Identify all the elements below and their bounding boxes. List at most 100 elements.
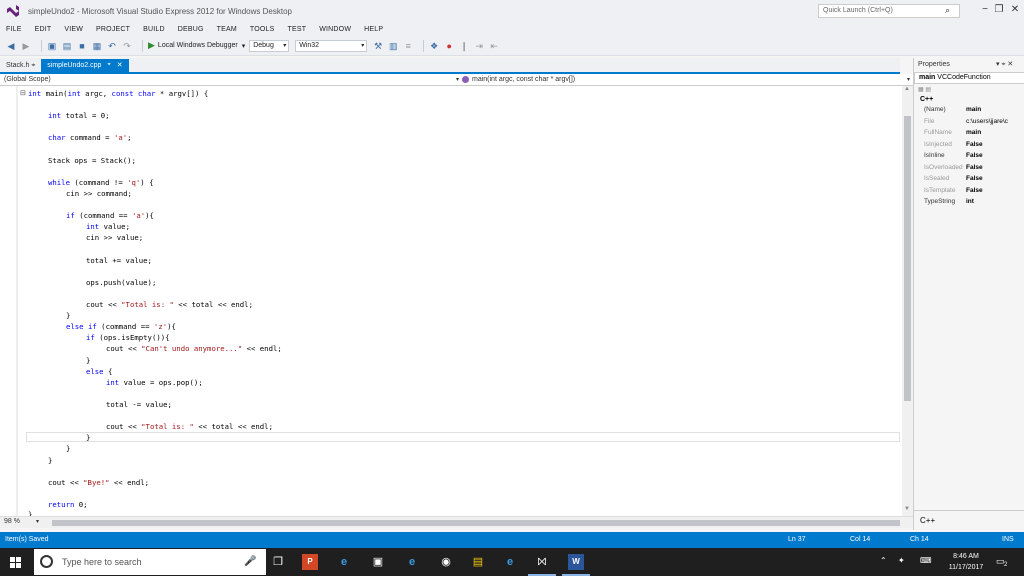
breakpoint-icon[interactable]: ● [444, 41, 454, 51]
restore-button[interactable]: ❐ [992, 3, 1006, 17]
scroll-down-icon[interactable]: ▼ [904, 506, 910, 512]
scroll-up-icon[interactable]: ▲ [904, 86, 910, 92]
code-line: total -= value; [106, 400, 172, 409]
save-icon[interactable]: ■ [77, 41, 87, 51]
code-editor[interactable]: ⊟ int main(int argc, const char * argv[]… [0, 86, 913, 519]
status-line: Ln 37 [788, 536, 806, 543]
menu-file[interactable]: FILE [6, 26, 22, 33]
menu-tools[interactable]: TOOLS [250, 26, 275, 33]
internet-explorer-icon[interactable]: e [502, 554, 518, 570]
chevron-down-icon[interactable]: ▾ [996, 61, 1000, 68]
network-icon[interactable]: ✦ [898, 556, 905, 565]
solution-explorer-icon[interactable]: ▥ [388, 41, 398, 51]
visual-studio-taskbar-icon[interactable]: ⨝ [534, 554, 550, 570]
internet-explorer-icon[interactable]: e [404, 554, 420, 570]
menu-view[interactable]: VIEW [64, 26, 83, 33]
property-row[interactable]: IsInjected False [924, 139, 1024, 150]
menu-debug[interactable]: DEBUG [178, 26, 204, 33]
format-icon[interactable]: ≡ [403, 41, 413, 51]
close-button[interactable]: ✕ [1008, 3, 1022, 17]
property-row[interactable]: File c:\users\jjare\c [924, 116, 1024, 127]
word-icon[interactable]: W [568, 554, 584, 570]
pin-icon[interactable]: ⌖ [1001, 61, 1005, 68]
file-explorer-icon[interactable]: ▤ [470, 554, 486, 570]
horizontal-scrollbar[interactable] [52, 520, 900, 526]
start-debugging-icon[interactable]: ▶ [148, 40, 155, 51]
step-icon[interactable]: ❙ [459, 41, 469, 51]
pin-icon[interactable]: ⌖ [31, 62, 35, 69]
back-icon[interactable]: ◀ [6, 41, 16, 51]
debugger-button[interactable]: Local Windows Debugger [158, 42, 238, 49]
property-row[interactable]: IsInline False [924, 150, 1024, 161]
property-row[interactable]: IsTemplate False [924, 185, 1024, 196]
menu-test[interactable]: TEST [288, 26, 307, 33]
pin-icon[interactable]: ⌖ [107, 59, 110, 72]
editor-gutter [16, 86, 18, 516]
redo-icon[interactable]: ↷ [122, 41, 132, 51]
close-tab-icon[interactable]: ✕ [117, 59, 123, 72]
menu-build[interactable]: BUILD [143, 26, 165, 33]
function-dropdown[interactable]: main(int argc, const char * argv[]) ▾ [462, 75, 910, 85]
chevron-down-icon[interactable]: ▾ [36, 518, 39, 525]
clock-date[interactable]: 11/17/2017 [944, 564, 988, 571]
close-icon[interactable]: ✕ [1007, 61, 1013, 68]
step-out-icon[interactable]: ⇤ [489, 41, 499, 51]
edge-icon[interactable]: e [336, 554, 352, 570]
taskbar-search-input[interactable]: Type here to search 🎤 [34, 549, 266, 575]
configuration-select[interactable]: Debug ▾ [249, 39, 290, 52]
search-placeholder: Type here to search [62, 557, 142, 567]
visual-studio-window: simpleUndo2 - Microsoft Visual Studio Ex… [0, 0, 1024, 576]
property-row[interactable]: TypeString int [924, 196, 1024, 207]
comment-icon[interactable]: ❖ [429, 41, 439, 51]
start-button[interactable] [10, 557, 21, 568]
property-name: FullName [924, 129, 952, 136]
clock-time[interactable]: 8:46 AM [944, 553, 988, 560]
search-icon[interactable]: ⌕ [945, 5, 950, 16]
menu-team[interactable]: TEAM [217, 26, 237, 33]
code-line: Stack ops = Stack(); [48, 156, 136, 165]
zoom-level[interactable]: 98 % [4, 518, 20, 525]
vertical-scroll-thumb[interactable] [904, 116, 911, 401]
debugger-dropdown-icon[interactable]: ▾ [242, 42, 246, 50]
keyboard-icon[interactable]: ⌨ [920, 556, 932, 565]
quick-launch-input[interactable]: Quick Launch (Ctrl+Q) [818, 4, 960, 18]
step-over-icon[interactable]: ⇥ [474, 41, 484, 51]
open-file-icon[interactable]: ▤ [62, 41, 72, 51]
property-row[interactable]: IsSealed False [924, 173, 1024, 184]
scope-dropdown[interactable]: (Global Scope) ▾ [4, 75, 459, 85]
save-all-icon[interactable]: ▦ [92, 41, 102, 51]
microphone-icon[interactable]: 🎤 [244, 556, 256, 567]
property-category[interactable]: C++ [920, 96, 933, 103]
show-hidden-icons-icon[interactable]: ⌃ [880, 556, 887, 565]
chevron-down-icon: ▾ [455, 77, 459, 83]
undo-icon[interactable]: ↶ [107, 41, 117, 51]
property-row[interactable]: IsOverloaded False [924, 162, 1024, 173]
tab-simpleundo2-cpp[interactable]: simpleUndo2.cpp ⌖ ✕ [41, 59, 129, 72]
new-project-icon[interactable]: ▣ [47, 41, 57, 51]
property-row[interactable]: FullName main [924, 127, 1024, 138]
scope-value: (Global Scope) [4, 76, 51, 83]
tab-stack-h[interactable]: Stack.h ⌖ [0, 60, 41, 72]
store-icon[interactable]: ▣ [370, 554, 386, 570]
menu-window[interactable]: WINDOW [319, 26, 351, 33]
editor-bottom-bar: 98 % ▾ [0, 516, 913, 528]
collapse-icon[interactable]: ⊟ [20, 89, 26, 97]
task-view-icon[interactable]: ❐ [270, 554, 286, 570]
platform-select[interactable]: Win32 ▾ [295, 39, 368, 52]
status-column: Col 14 [850, 536, 871, 543]
configuration-value: Debug [253, 41, 274, 49]
find-in-files-icon[interactable]: ⚒ [373, 41, 383, 51]
object-selector[interactable]: main VCCodeFunction [914, 72, 1024, 84]
property-name: IsSealed [924, 175, 950, 182]
categorized-icon[interactable]: ▦ [918, 87, 924, 93]
forward-icon[interactable]: ▶ [21, 41, 31, 51]
alphabetical-icon[interactable]: ▤ [925, 87, 931, 93]
menu-edit[interactable]: EDIT [35, 26, 52, 33]
menu-project[interactable]: PROJECT [96, 26, 130, 33]
minimize-button[interactable]: − [978, 3, 992, 17]
menu-help[interactable]: HELP [364, 26, 383, 33]
property-row[interactable]: (Name) main [924, 104, 1024, 115]
navigation-bar: (Global Scope) ▾ main(int argc, const cha… [0, 74, 913, 86]
powerpoint-icon[interactable]: P [302, 554, 318, 570]
steam-icon[interactable]: ◉ [438, 554, 454, 570]
